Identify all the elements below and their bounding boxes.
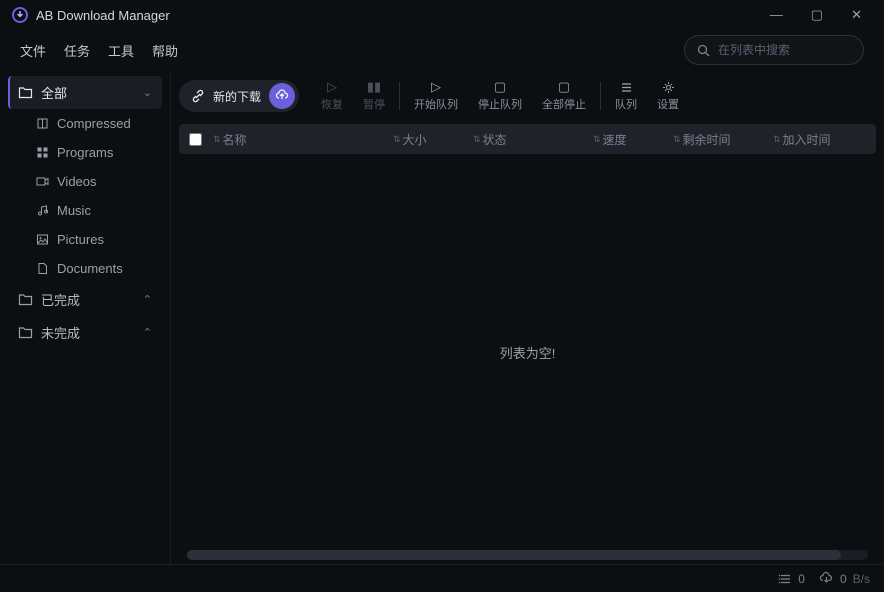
sidebar-all-label: 全部 (41, 83, 67, 102)
music-icon (36, 204, 49, 217)
resume-button[interactable]: ▷ 恢复 (311, 80, 353, 112)
sidebar-incomplete-label: 未完成 (41, 323, 80, 342)
cloud-upload-button[interactable] (269, 83, 295, 109)
column-header-size[interactable]: ⇅ 大小 (393, 131, 473, 148)
table-header: ⇅ 名称 ⇅ 大小 ⇅ 状态 ⇅ 速度 ⇅ 剩余时间 ⇅ 加入时间 (179, 124, 876, 154)
menu-file[interactable]: 文件 (20, 41, 46, 60)
status-speed: 0 B/s (819, 571, 870, 586)
chevron-up-icon: ⌃ (143, 293, 152, 306)
toolbar-separator (399, 82, 400, 110)
titlebar: AB Download Manager — ▢ ✕ (0, 0, 884, 30)
settings-button[interactable]: 设置 (647, 80, 689, 112)
sidebar-item-pictures[interactable]: Pictures (8, 225, 162, 254)
sidebar-item-documents[interactable]: Documents (8, 254, 162, 283)
app-logo-icon (12, 7, 28, 23)
sidebar-completed-label: 已完成 (41, 290, 80, 309)
pause-icon: ▮▮ (367, 80, 381, 94)
image-icon (36, 233, 49, 246)
new-download-label: 新的下载 (213, 88, 261, 105)
sort-icon: ⇅ (473, 134, 481, 145)
chevron-up-icon: ⌃ (143, 326, 152, 339)
toolbar-separator (600, 82, 601, 110)
folder-icon (18, 292, 33, 307)
column-header-status[interactable]: ⇅ 状态 (473, 131, 593, 148)
folder-icon (18, 325, 33, 340)
window-controls: — ▢ ✕ (770, 7, 872, 23)
content-area: 新的下载 ▷ 恢复 ▮▮ 暂停 ▷ 开始队列 ▢ 停止队列 (170, 70, 884, 564)
column-header-speed[interactable]: ⇅ 速度 (593, 131, 673, 148)
sidebar-item-label: Videos (57, 174, 97, 189)
menubar: 文件 任务 工具 帮助 (0, 30, 884, 70)
menu-help[interactable]: 帮助 (152, 41, 178, 60)
stop-queue-button[interactable]: ▢ 停止队列 (468, 80, 532, 112)
sort-icon: ⇅ (773, 134, 781, 145)
sidebar-item-label: Documents (57, 261, 123, 276)
sort-icon: ⇅ (593, 134, 601, 145)
column-header-added[interactable]: ⇅ 加入时间 (773, 131, 853, 148)
sidebar: 全部 ⌄ Compressed Programs Videos Music (0, 70, 170, 564)
sidebar-item-label: Music (57, 203, 91, 218)
sidebar-section-all[interactable]: 全部 ⌄ (8, 76, 162, 109)
statusbar: 0 0 B/s (0, 564, 884, 592)
play-icon: ▷ (431, 80, 441, 94)
queue-button[interactable]: 队列 (605, 80, 647, 112)
search-input[interactable] (718, 43, 851, 57)
grid-icon (36, 146, 49, 159)
sidebar-item-label: Compressed (57, 116, 131, 131)
sidebar-item-music[interactable]: Music (8, 196, 162, 225)
scrollbar-thumb[interactable] (187, 550, 841, 560)
sidebar-item-label: Pictures (57, 232, 104, 247)
stop-icon: ▢ (494, 80, 506, 94)
sort-icon: ⇅ (673, 134, 681, 145)
menu-tasks[interactable]: 任务 (64, 41, 90, 60)
minimize-button[interactable]: — (770, 7, 783, 23)
search-icon (697, 44, 710, 57)
list-icon (620, 80, 633, 94)
link-icon (191, 89, 205, 103)
sidebar-section-completed[interactable]: 已完成 ⌃ (8, 283, 162, 316)
archive-icon (36, 117, 49, 130)
toolbar: 新的下载 ▷ 恢复 ▮▮ 暂停 ▷ 开始队列 ▢ 停止队列 (179, 76, 876, 116)
stop-all-button[interactable]: ▢ 全部停止 (532, 80, 596, 112)
new-download-button[interactable]: 新的下载 (179, 80, 299, 112)
sidebar-section-incomplete[interactable]: 未完成 ⌃ (8, 316, 162, 349)
sidebar-item-programs[interactable]: Programs (8, 138, 162, 167)
close-button[interactable]: ✕ (851, 7, 862, 23)
cloud-down-icon (819, 571, 834, 586)
horizontal-scrollbar[interactable] (187, 550, 868, 560)
select-all-checkbox[interactable] (189, 133, 213, 146)
sort-icon: ⇅ (213, 134, 221, 145)
sidebar-item-compressed[interactable]: Compressed (8, 109, 162, 138)
maximize-button[interactable]: ▢ (811, 7, 823, 23)
window-title: AB Download Manager (36, 8, 170, 23)
search-box[interactable] (684, 35, 864, 65)
document-icon (36, 262, 49, 275)
chevron-down-icon: ⌄ (143, 86, 152, 99)
list-icon (778, 572, 792, 586)
video-icon (36, 175, 49, 188)
folder-icon (18, 85, 33, 100)
start-queue-button[interactable]: ▷ 开始队列 (404, 80, 468, 112)
gear-icon (662, 80, 675, 94)
stop-icon: ▢ (558, 80, 570, 94)
status-list-count: 0 (778, 572, 805, 586)
play-icon: ▷ (327, 80, 337, 94)
empty-message: 列表为空! (179, 154, 876, 550)
column-header-remaining[interactable]: ⇅ 剩余时间 (673, 131, 773, 148)
menu-tools[interactable]: 工具 (108, 41, 134, 60)
pause-button[interactable]: ▮▮ 暂停 (353, 80, 395, 112)
sidebar-item-videos[interactable]: Videos (8, 167, 162, 196)
sidebar-item-label: Programs (57, 145, 113, 160)
column-header-name[interactable]: ⇅ 名称 (213, 131, 393, 148)
sort-icon: ⇅ (393, 134, 401, 145)
